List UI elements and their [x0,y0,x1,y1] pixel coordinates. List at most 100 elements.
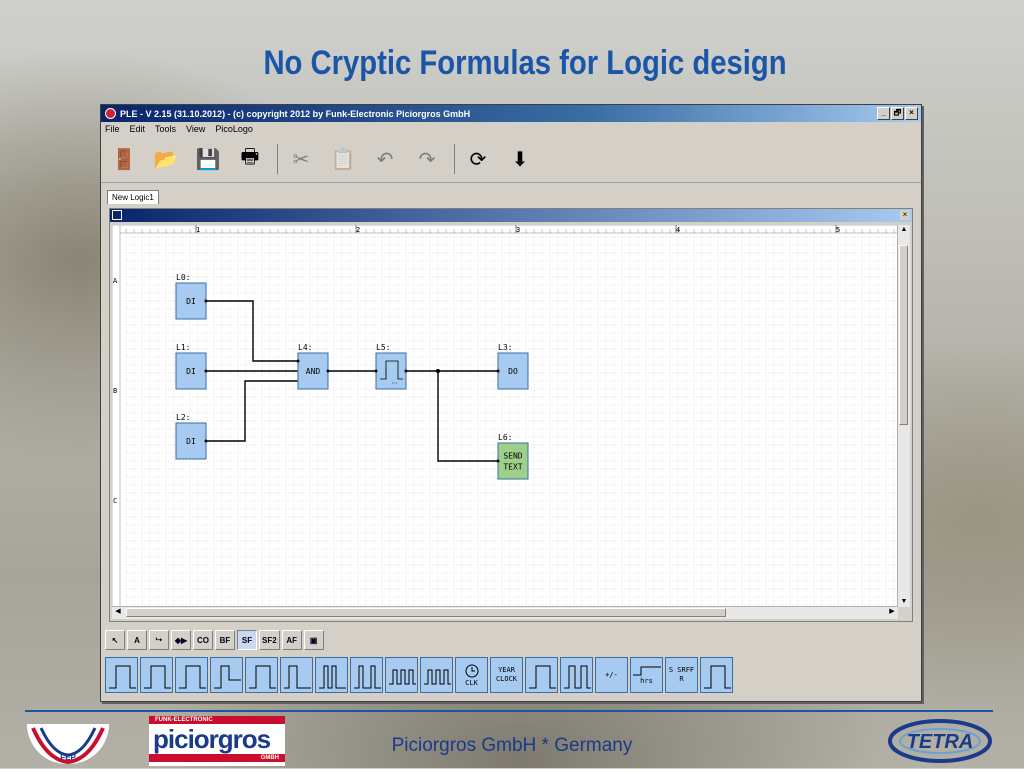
clk-label: CLK [465,678,478,687]
function-off-delay[interactable] [140,657,173,693]
function-edge-pulse[interactable] [280,657,313,693]
footer-text: Piciorgros GmbH * Germany [391,735,633,756]
column-label: 5 [836,226,840,234]
function-asym-pulse[interactable] [315,657,348,693]
connect-tool[interactable]: ⮡ [149,630,169,650]
logic-canvas[interactable]: 1 2 3 4 5 A B C L0: DI L1: DI L2: DI L4: AND L5: L3: DO L6:… [112,225,898,607]
connection-wire [437,371,498,462]
af-button[interactable]: AF [281,630,302,650]
toolbar-separator [277,144,278,174]
menu-view[interactable]: View [186,124,205,134]
block-label: L1: [176,343,190,352]
block-text: AND [306,367,321,376]
block-text: DI [186,297,196,306]
row-label: C [113,497,117,505]
block-label: L3: [498,343,512,352]
download-icon[interactable]: ⬇ [505,144,535,174]
block-label: L5: [376,343,390,352]
scroll-up-icon[interactable]: ▲ [899,225,909,235]
redo-icon[interactable]: ↷ [412,144,442,174]
block-label: L0: [176,273,190,282]
undo-icon[interactable]: ↶ [370,144,400,174]
menu-tools[interactable]: Tools [155,124,176,134]
sf-button[interactable]: SF [237,630,257,650]
menu-file[interactable]: File [105,124,120,134]
function-multi-switch[interactable] [560,657,593,693]
column-label: 3 [516,226,520,234]
function-clk[interactable]: CLK [455,657,488,693]
co-button[interactable]: CO [193,630,213,650]
restore-button[interactable]: 🗗 [891,107,904,120]
editor-close-button[interactable]: × [900,210,910,220]
block-label: L4: [298,343,312,352]
save-icon[interactable]: 💾 [193,144,223,174]
refresh-icon[interactable]: ⟳ [463,144,493,174]
function-on-off-delay[interactable] [175,657,208,693]
function-pulse-relay[interactable] [245,657,278,693]
function-up-down-counter[interactable]: +/- [595,657,628,693]
tool-palette: ↖ A ⮡ ◆▶ CO BF SF SF2 AF ▣ [105,630,324,652]
editor-icon [112,210,122,220]
scroll-left-icon[interactable]: ◀ [113,607,123,617]
menu-edit[interactable]: Edit [130,124,146,134]
editor-title-bar: × [110,209,912,222]
block-text: SEND [503,452,522,461]
print-icon[interactable]: 🖶 [235,144,265,174]
function-pulse-gen[interactable] [700,657,733,693]
block-text: DI [186,367,196,376]
block-text: TEXT [503,463,522,472]
bf-button[interactable]: BF [215,630,235,650]
scroll-right-icon[interactable]: ▶ [887,607,897,617]
cut-icon[interactable]: ✂ [286,144,316,174]
vertical-scrollbar[interactable]: ▲ ▼ [897,225,910,607]
paste-icon[interactable]: 📋 [328,144,358,174]
window-title: PLE - V 2.15 (31.10.2012) - (c) copyrigh… [120,108,471,119]
block-L6 [497,442,529,480]
select-tool[interactable]: ↖ [105,630,125,650]
scroll-down-icon[interactable]: ▼ [899,597,909,607]
connection-wire [206,380,298,442]
menu-bar: File Edit Tools View PicoLogo [101,122,921,136]
minimize-button[interactable]: _ [877,107,890,120]
function-year-clock[interactable]: YEAR CLOCK [490,657,523,693]
column-label: 4 [676,226,680,234]
block-L5 [375,352,407,390]
tab-new-logic1[interactable]: New Logic1 [107,190,159,204]
block-text: DO [508,367,518,376]
function-srff[interactable]: S SRFF R [665,657,698,693]
block-label: L6: [498,433,512,442]
tetra-logo: TETRA [888,718,992,764]
sf2-button[interactable]: SF2 [259,630,280,650]
circuit-diagram[interactable]: 1 2 3 4 5ABCL0:DIL1:DIL2:DIL4:ANDL5: L3:DOL6:… [112,225,898,607]
function-on-delay[interactable] [105,657,138,693]
block-text: DI [186,437,196,446]
app-icon [105,108,116,119]
row-label: B [113,387,117,395]
close-button[interactable]: × [905,107,918,120]
toolbar: 🚪 📂 💾 🖶 ✂ 📋 ↶ ↷ ⟳ ⬇ [101,136,921,183]
block-label: L2: [176,413,190,422]
text-tool[interactable]: A [127,630,147,650]
open-folder-icon[interactable]: 📂 [151,144,181,174]
horizontal-scrollbar[interactable]: ◀ ▶ [112,606,898,619]
function-hours-counter[interactable]: hrs [630,657,663,693]
vertical-scroll-thumb[interactable] [899,245,908,425]
connection-wire [206,300,298,362]
logic-editor-window: × 1 2 3 4 5 A B C L0: DI L1: DI L2: DI L4: AND L5: L3: DO L… [109,208,913,622]
footer-divider [25,710,993,712]
function-retentive-on-delay[interactable] [210,657,243,693]
function-stair-light[interactable] [525,657,558,693]
junction-dot [436,369,440,373]
monitor-button[interactable]: ▣ [303,630,324,650]
function-clock-pulse[interactable] [385,657,418,693]
signal-tool[interactable]: ◆▶ [171,630,191,650]
function-random-pulse[interactable] [350,657,383,693]
tetra-text: TETRA [907,731,974,753]
horizontal-scroll-thumb[interactable] [126,608,726,617]
title-bar[interactable]: PLE - V 2.15 (31.10.2012) - (c) copyrigh… [101,105,921,122]
toolbar-separator [454,144,455,174]
function-clock-pulse-2[interactable] [420,657,453,693]
exit-icon[interactable]: 🚪 [109,144,139,174]
menu-picologo[interactable]: PicoLogo [215,124,253,134]
column-label: 2 [356,226,360,234]
